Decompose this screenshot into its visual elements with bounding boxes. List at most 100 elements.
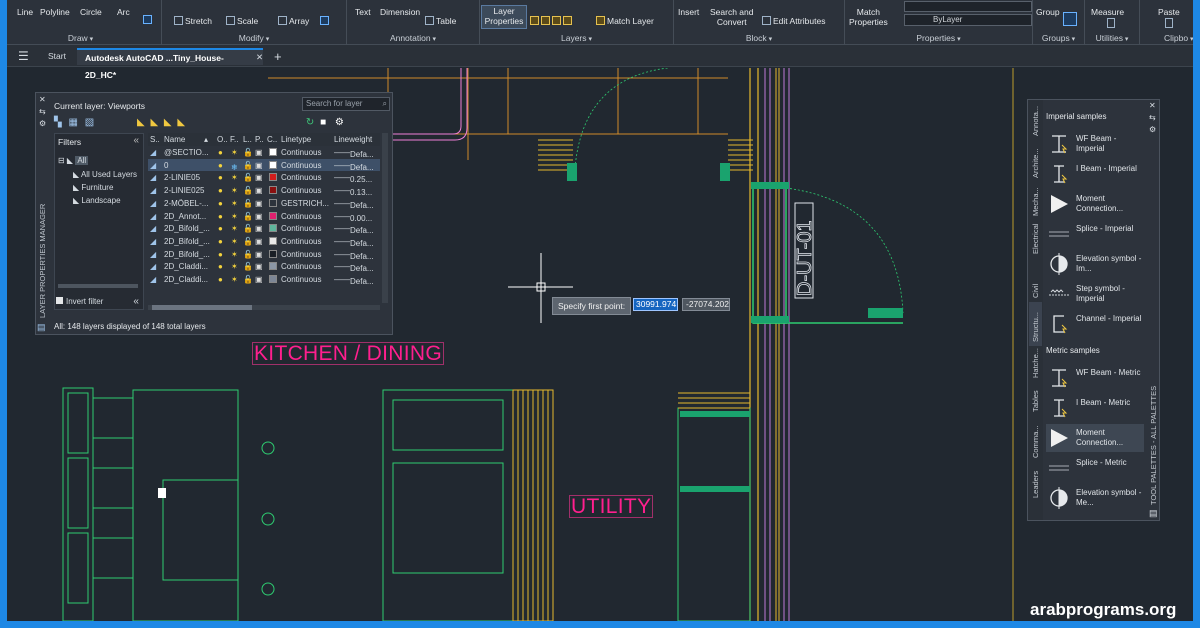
layer-name[interactable]: 2D_Annot... [164, 212, 206, 221]
layer-plot-icon[interactable]: ▣ [255, 250, 263, 259]
layer-name[interactable]: 2D_Claddi... [164, 262, 208, 271]
delete-layer-icon[interactable]: ◣ [164, 117, 172, 128]
clipboard-panel-title[interactable]: Clipbo [1140, 33, 1200, 43]
filter-node-landscape[interactable]: ◣ Landscape [73, 196, 121, 205]
layer-linetype[interactable]: Continuous [281, 173, 321, 182]
layer-plot-icon[interactable]: ▣ [255, 224, 263, 233]
layer-color-swatch[interactable] [269, 236, 277, 245]
layer-color-swatch[interactable] [269, 275, 277, 283]
palette-tab[interactable]: Hatche... [1029, 346, 1042, 382]
layer-lock-icon[interactable]: 🔓 [243, 173, 253, 182]
layer-freeze-icon[interactable]: ✶ [231, 237, 238, 246]
layer-freeze-icon[interactable]: ✶ [231, 186, 238, 195]
layer-on-icon[interactable]: ● [218, 250, 223, 259]
table-row[interactable]: ◢ 2D_Bifold_... ● ✶ 🔓 ▣ Continuous —— Defa... [148, 222, 380, 235]
close-palette-icon[interactable]: ✕ [1149, 101, 1156, 110]
palette-tool-item[interactable]: Step symbol - Imperial [1046, 280, 1144, 308]
layer-plot-icon[interactable]: ▣ [255, 262, 263, 271]
col-status[interactable]: S.. [150, 135, 160, 144]
arc-button[interactable]: Arc [117, 7, 130, 17]
groups-panel-title[interactable]: Groups [1033, 33, 1084, 43]
filter-node-all[interactable]: ⊟ ◣ All [58, 156, 89, 165]
layer-color-swatch[interactable] [269, 262, 277, 271]
layer-name[interactable]: 0 [164, 161, 168, 170]
layer-on-icon[interactable]: ● [218, 173, 223, 182]
annotation-panel-title[interactable]: Annotation [347, 33, 479, 43]
array-button[interactable]: Array [278, 16, 309, 26]
invert-filter-checkbox[interactable]: Invert filter « [56, 296, 139, 307]
line-button[interactable]: Line [17, 7, 33, 17]
palette-tool-item[interactable]: I Beam - Imperial [1046, 160, 1144, 188]
layer-freeze-icon[interactable]: ✶ [231, 224, 238, 233]
layer-plot-icon[interactable]: ▣ [255, 186, 263, 195]
palette-tab[interactable]: Electrical [1029, 220, 1042, 258]
palette-tool-item[interactable]: Moment Connection... [1046, 190, 1144, 218]
scale-button[interactable]: Scale [226, 16, 258, 26]
collapse-filters-icon[interactable]: « [133, 135, 139, 146]
palette-menu-icon[interactable]: ▤ [1149, 508, 1158, 519]
layer-lineweight[interactable]: —— Defa... [334, 250, 374, 261]
circle-button[interactable]: Circle [80, 7, 102, 17]
layer-states-manager-icon[interactable]: ▧ [85, 117, 94, 128]
col-color[interactable]: C.. [267, 135, 277, 144]
erase-icon[interactable] [320, 16, 331, 26]
layer-name[interactable]: 2-MÖBEL-... [164, 199, 208, 208]
layer-name[interactable]: 2D_Bifold_... [164, 250, 210, 259]
refresh-icon[interactable]: ↻ [306, 117, 314, 128]
layer-lock-icon[interactable]: 🔓 [243, 275, 253, 284]
layer-lock-icon[interactable]: 🔓 [243, 262, 253, 271]
new-layer-vp-icon[interactable]: ◣ [150, 117, 158, 128]
col-name[interactable]: Name [164, 135, 185, 144]
layer-freeze-icon[interactable]: ✶ [231, 148, 238, 157]
collapse-icon[interactable]: « [133, 296, 139, 307]
draw-panel-title[interactable]: Draw [0, 33, 161, 43]
table-row[interactable]: ◢ 0 ● ❄ 🔓 ▣ Continuous —— Defa... [148, 158, 380, 172]
palette-tool-item[interactable]: Splice - Imperial [1046, 220, 1144, 248]
edit-attributes-button[interactable]: Edit Attributes [762, 16, 825, 26]
layer-on-icon[interactable]: ● [218, 212, 223, 221]
palette-tool-item[interactable]: Splice - Metric [1046, 454, 1144, 482]
layer-color-swatch[interactable] [269, 198, 277, 207]
layer-on-icon[interactable]: ● [218, 224, 223, 233]
measure-button[interactable]: Measure [1091, 7, 1124, 17]
filter-node-used[interactable]: ◣ All Used Layers [73, 170, 137, 179]
table-row[interactable]: ◢ @SECTIO... ● ✶ 🔓 ▣ Continuous —— Defa... [148, 146, 380, 159]
layer-on-icon[interactable]: ● [218, 161, 223, 170]
layer-plot-icon[interactable]: ▣ [255, 212, 263, 221]
layer-name[interactable]: 2D_Bifold_... [164, 237, 210, 246]
modify-panel-title[interactable]: Modify [162, 33, 346, 43]
color-dropdown[interactable] [904, 1, 1032, 12]
layer-freeze-icon[interactable]: ✶ [231, 275, 238, 284]
layer-plot-icon[interactable]: ▣ [255, 161, 263, 170]
palette-tab[interactable]: Annota... [1029, 100, 1042, 140]
group-select-icon[interactable] [1063, 12, 1079, 27]
filters-scrollbar[interactable] [58, 284, 138, 288]
layer-freeze-icon[interactable]: ✶ [231, 199, 238, 208]
layer-table-hscroll[interactable] [148, 305, 380, 310]
layer-tools-icons[interactable] [530, 16, 574, 26]
palette-tool-item[interactable]: Channel - Imperial [1046, 310, 1144, 338]
new-layer-icon[interactable]: ◣ [137, 117, 145, 128]
layer-on-icon[interactable]: ● [218, 199, 223, 208]
layer-name[interactable]: @SECTIO... [164, 148, 209, 157]
layer-properties-button[interactable]: Layer Properties [481, 5, 527, 29]
layer-lock-icon[interactable]: 🔓 [243, 250, 253, 259]
layer-color-swatch[interactable] [269, 186, 277, 195]
close-panel-icon[interactable]: ✕ [39, 95, 46, 104]
palette-tool-item[interactable]: I Beam - Metric [1046, 394, 1144, 422]
palette-tool-item[interactable]: Elevation symbol - Me... [1046, 484, 1144, 512]
layer-color-swatch[interactable] [269, 249, 277, 258]
polyline-button[interactable]: Polyline [40, 7, 70, 17]
layer-lineweight[interactable]: —— 0.00... [334, 212, 372, 223]
text-button[interactable]: Text [355, 7, 371, 17]
palette-tab[interactable]: Comma... [1029, 416, 1042, 462]
palette-tab[interactable]: Civil [1029, 258, 1042, 302]
match-properties-button[interactable]: Match Properties [849, 7, 888, 27]
menu-icon[interactable]: ☰ [10, 48, 37, 65]
linetype-dropdown[interactable]: ByLayer [904, 14, 1032, 26]
layer-linetype[interactable]: Continuous [281, 224, 321, 233]
layer-freeze-icon[interactable]: ✶ [231, 262, 238, 271]
layer-on-icon[interactable]: ● [218, 148, 223, 157]
layer-freeze-icon[interactable]: ✶ [231, 250, 238, 259]
layer-plot-icon[interactable]: ▣ [255, 173, 263, 182]
